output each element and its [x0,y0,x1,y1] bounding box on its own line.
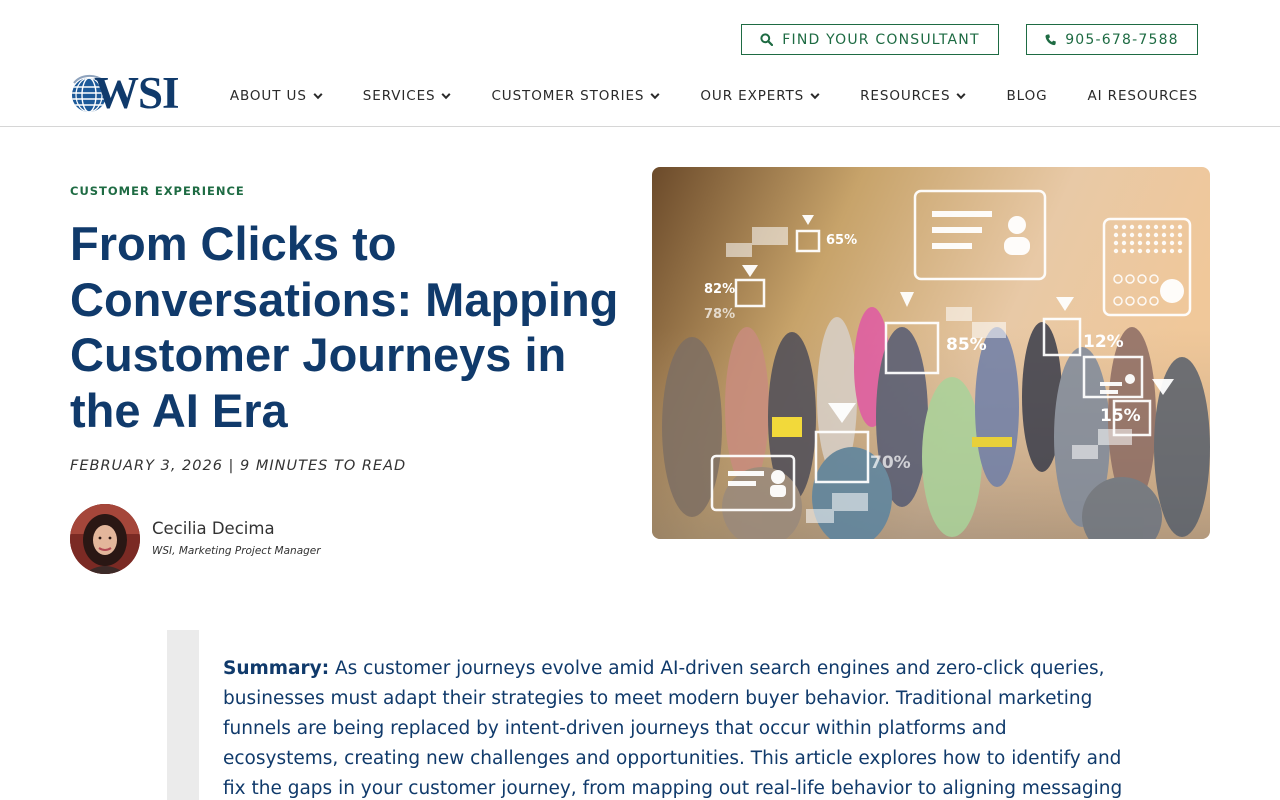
nav-item-label: SERVICES [362,88,436,104]
nav-item-label: CUSTOMER STORIES [491,88,645,104]
hero-stat-15: 15% [1100,406,1141,426]
chevron-down-icon [650,92,660,100]
article-summary: Summary: As customer journeys evolve ami… [223,654,1123,800]
summary-text: As customer journeys evolve amid AI-driv… [223,658,1123,799]
hero-stat-70: 70% [870,453,911,473]
hero-stat-82: 82% [704,282,735,297]
hero-image: 65% 82% 78% 85% 12% 15% 70% [652,167,1210,539]
nav-item-our-experts[interactable]: OUR EXPERTS [700,86,820,106]
chevron-down-icon [441,92,452,100]
site-header: FIND YOUR CONSULTANT 905-678-7588 WSI AB… [0,0,1280,127]
nav-item-blog[interactable]: BLOG [1006,86,1047,106]
find-consultant-label: FIND YOUR CONSULTANT [782,31,980,48]
wsi-logo[interactable]: WSI [70,66,192,120]
nav-item-label: OUR EXPERTS [700,88,805,104]
hero-stat-78: 78% [704,307,735,322]
author-name[interactable]: Cecilia Decima [152,519,275,538]
nav-item-customer-stories[interactable]: CUSTOMER STORIES [491,86,660,106]
chevron-down-icon [810,92,820,100]
summary-label: Summary: [223,658,330,679]
article-category[interactable]: CUSTOMER EXPERIENCE [70,184,245,198]
nav-item-about-us[interactable]: ABOUT US [230,86,323,106]
nav-item-resources[interactable]: RESOURCES [860,86,966,106]
author-role: WSI, Marketing Project Manager [152,545,321,557]
author-avatar [70,504,140,574]
main-nav: ABOUT US SERVICES CUSTOMER STORIES OUR E… [190,86,1198,106]
summary-quote-bar [167,630,199,800]
nav-item-ai-resources[interactable]: AI RESOURCES [1087,86,1198,106]
chevron-down-icon [313,92,323,100]
hero-stat-85: 85% [946,335,987,355]
search-icon [760,33,774,46]
nav-item-label: AI RESOURCES [1087,88,1198,104]
logo-wordmark: WSI [94,67,180,118]
find-consultant-button[interactable]: FIND YOUR CONSULTANT [741,24,999,55]
hero-stat-65: 65% [826,233,857,248]
chevron-down-icon [956,92,966,100]
nav-item-label: ABOUT US [229,88,307,104]
phone-number-label: 905-678-7588 [1065,31,1179,48]
article-title: From Clicks to Conversations: Mapping Cu… [70,217,619,437]
phone-icon [1045,33,1057,46]
hero-stat-12: 12% [1083,332,1124,352]
nav-item-label: BLOG [1006,88,1048,104]
phone-button[interactable]: 905-678-7588 [1026,24,1198,55]
nav-item-label: RESOURCES [860,88,951,104]
article-meta: FEBRUARY 3, 2026 | 9 MINUTES TO READ [70,458,407,474]
nav-item-services[interactable]: SERVICES [363,86,452,106]
